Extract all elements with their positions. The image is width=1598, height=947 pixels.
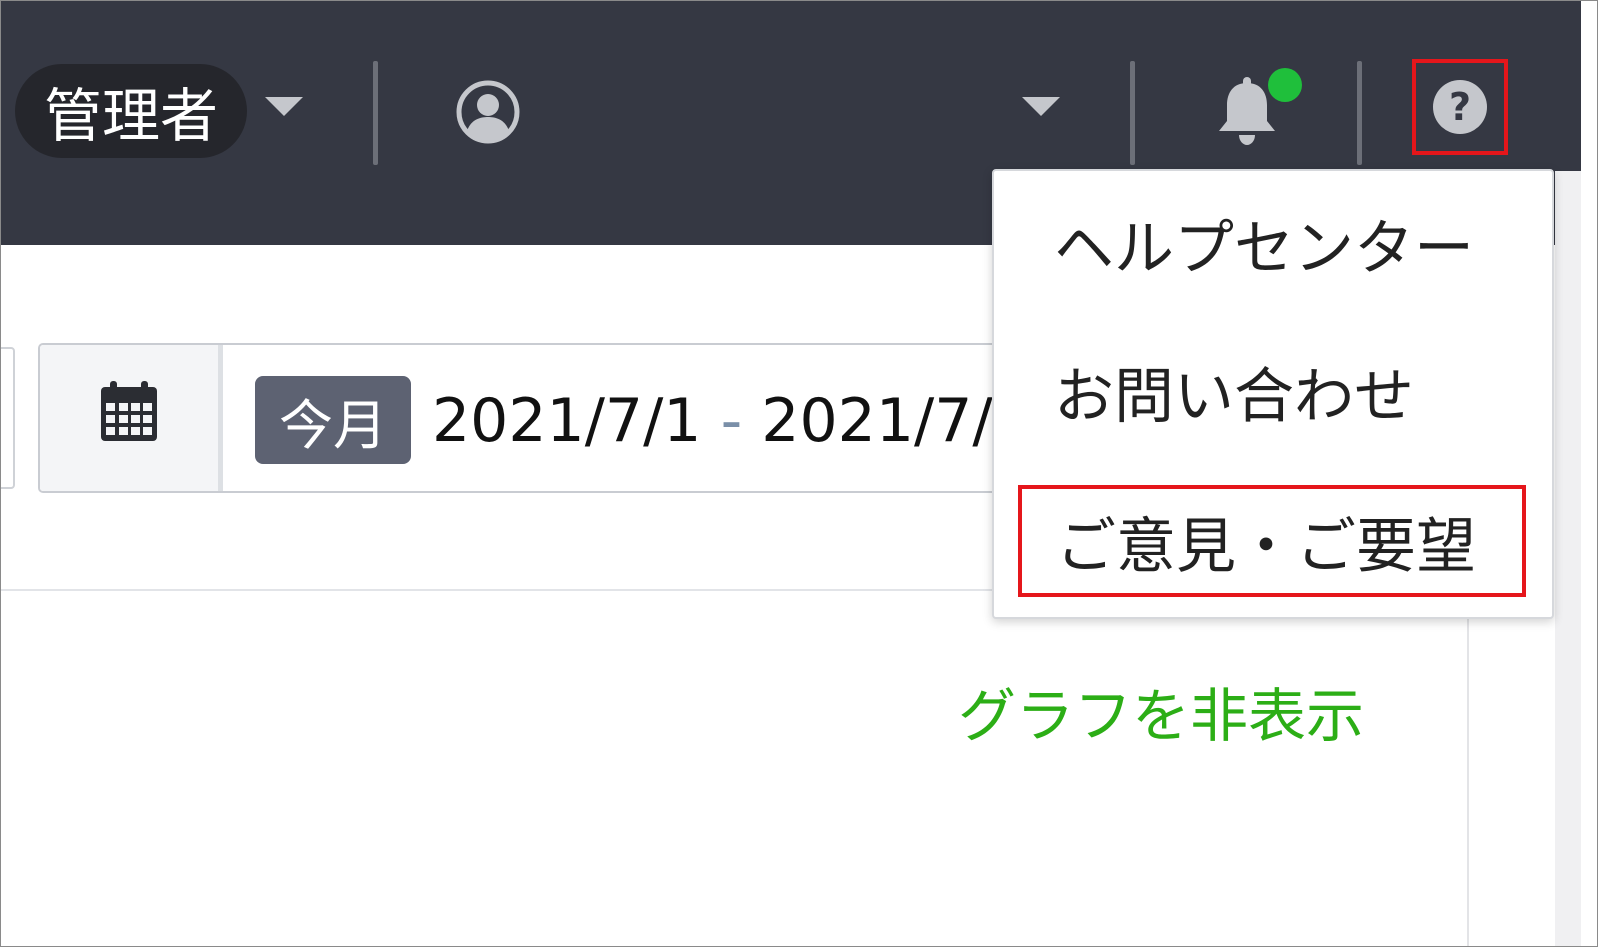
app-window: 管理者 ? 今月 2021/7/1 - 2021/7/5 グラフを非表示 ヘルプ… — [0, 0, 1598, 947]
menu-item-contact[interactable]: お問い合わせ — [994, 331, 1552, 451]
date-range-text[interactable]: 2021/7/1 - 2021/7/5 — [432, 381, 1031, 461]
svg-text:?: ? — [1449, 85, 1471, 129]
calendar-button[interactable] — [40, 345, 223, 491]
question-circle-icon: ? — [1433, 80, 1487, 134]
date-range-picker[interactable]: 今月 2021/7/1 - 2021/7/5 — [38, 343, 1038, 493]
period-badge[interactable]: 今月 — [255, 376, 411, 464]
help-button[interactable]: ? — [1412, 59, 1508, 155]
section-divider — [1, 589, 1001, 591]
user-menu-caret-down-icon[interactable] — [1022, 97, 1060, 116]
role-caret-down-icon[interactable] — [265, 97, 303, 116]
menu-item-label: お問い合わせ — [1054, 361, 1414, 432]
hide-graph-link[interactable]: グラフを非表示 — [958, 669, 1364, 753]
role-label: 管理者 — [43, 82, 218, 150]
previous-control[interactable] — [1, 347, 15, 489]
role-switcher[interactable]: 管理者 — [15, 64, 247, 158]
period-badge-label: 今月 — [279, 393, 387, 457]
menu-item-feedback[interactable]: ご意見・ご要望 — [1018, 485, 1526, 597]
scrollbar-track[interactable] — [1555, 171, 1581, 946]
menu-item-help-center[interactable]: ヘルプセンター — [994, 183, 1552, 303]
notification-dot — [1268, 68, 1302, 102]
start-date: 2021/7/1 — [432, 386, 702, 456]
menu-item-label: ご意見・ご要望 — [1056, 511, 1476, 582]
divider — [1357, 61, 1362, 165]
menu-item-label: ヘルプセンター — [1054, 213, 1474, 284]
help-dropdown-menu: ヘルプセンター お問い合わせ ご意見・ご要望 — [992, 169, 1554, 619]
end-date: 2021/7/5 — [761, 386, 1031, 456]
user-circle-icon[interactable] — [455, 79, 521, 145]
calendar-icon — [101, 381, 157, 441]
divider — [1130, 61, 1135, 165]
divider — [373, 61, 378, 165]
date-separator: - — [720, 386, 743, 456]
